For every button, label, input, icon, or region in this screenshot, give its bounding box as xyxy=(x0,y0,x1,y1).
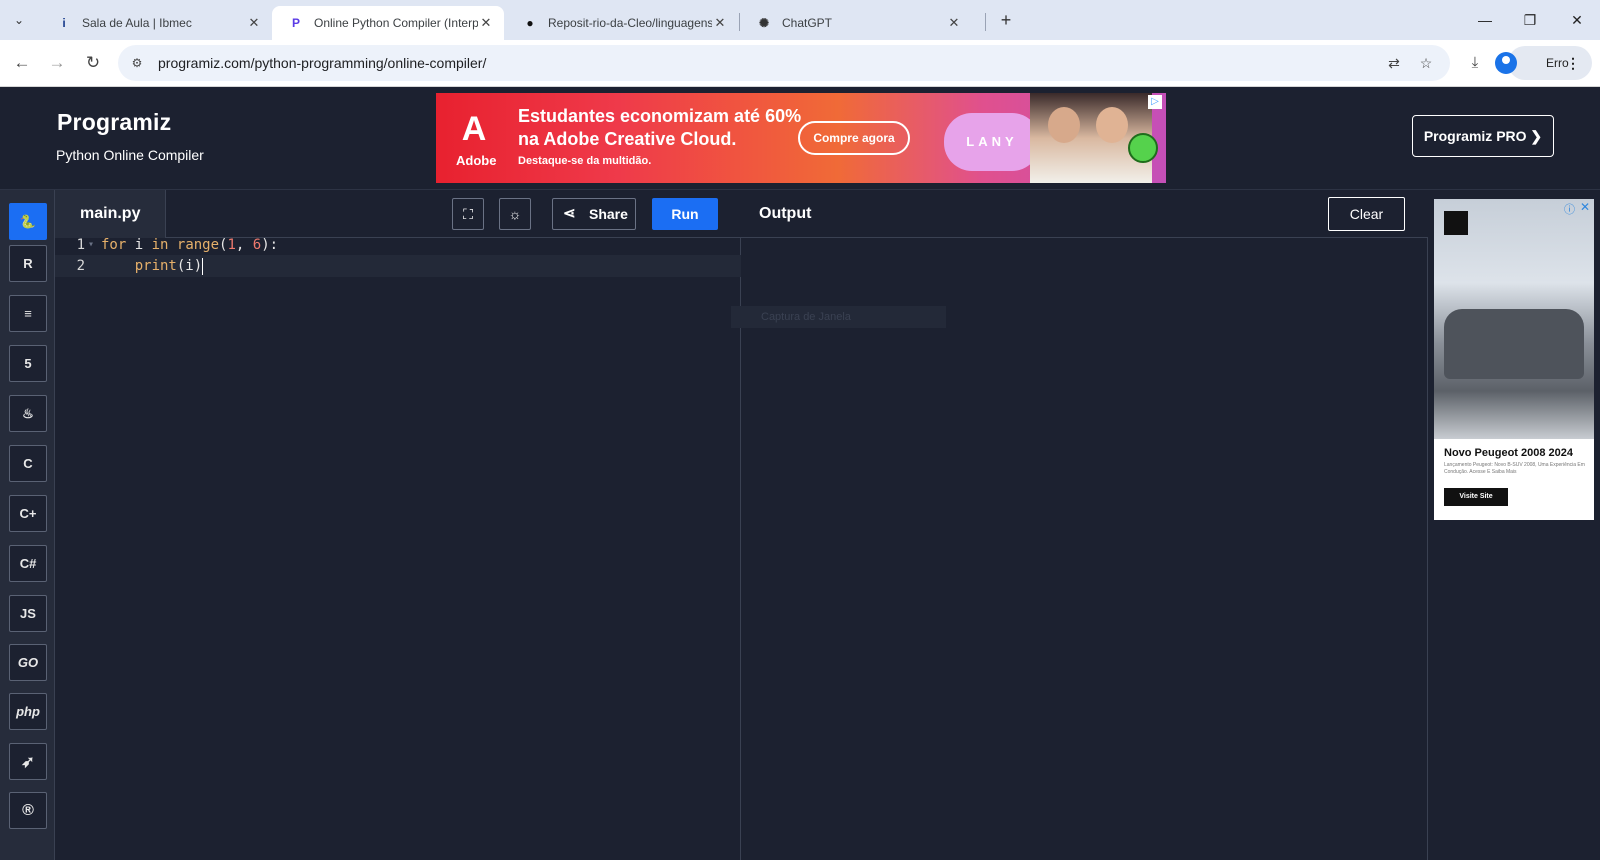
ad-close-icon[interactable]: ✕ xyxy=(1580,200,1590,214)
translate-icon[interactable]: ⇄ xyxy=(1384,53,1404,73)
editor-header: main.py ⛶ ☼ ⋖ Share Run xyxy=(55,190,741,238)
tab-title: Reposit-rio-da-Cleo/linguagens xyxy=(548,16,712,30)
r-icon[interactable]: R xyxy=(9,245,47,282)
file-tab-main[interactable]: main.py xyxy=(55,190,166,238)
browser-tab-github[interactable]: ● Reposit-rio-da-Cleo/linguagens ✕ xyxy=(506,6,738,40)
chatgpt-icon: ✺ xyxy=(758,16,770,30)
side-ad-description: Lançamento Peugeot: Novo B-SUV 2008, Uma… xyxy=(1444,462,1585,475)
side-ad-cta-button[interactable]: Visite Site xyxy=(1444,488,1508,506)
adobe-logo-icon: A xyxy=(461,110,487,148)
ad-choices-icon[interactable]: ▷ xyxy=(1148,95,1162,109)
clear-button[interactable]: Clear xyxy=(1328,197,1405,231)
tab-title: Online Python Compiler (Interp xyxy=(314,16,478,30)
programiz-pro-button[interactable]: Programiz PRO ❯ xyxy=(1412,115,1554,157)
ad-brand: Adobe xyxy=(456,153,497,168)
javascript-icon[interactable]: JS xyxy=(9,595,47,632)
text-cursor xyxy=(202,257,204,275)
ad-subline: Destaque-se da multidão. xyxy=(518,155,652,167)
close-icon[interactable]: ✕ xyxy=(478,15,494,31)
close-icon[interactable]: ✕ xyxy=(946,15,962,31)
swift-icon[interactable]: ➶ xyxy=(9,743,47,780)
side-ad-peugeot[interactable]: ⓘ ✕ Novo Peugeot 2008 2024 Lançamento Pe… xyxy=(1434,199,1594,520)
ad-headline: Estudantes economizam até 60% na Adobe C… xyxy=(518,106,802,149)
output-console[interactable] xyxy=(741,238,1428,860)
sql-database-icon[interactable]: ≡ xyxy=(9,295,47,332)
page-subtitle: Python Online Compiler xyxy=(56,147,204,163)
window-close-icon[interactable]: ✕ xyxy=(1562,8,1592,32)
code-text[interactable]: for i in range(1, 6): xyxy=(101,234,278,256)
profile-error-button[interactable]: Erro ⋮ xyxy=(1508,46,1592,80)
cpp-icon[interactable]: C+ xyxy=(9,495,47,532)
go-icon[interactable]: GO xyxy=(9,644,47,681)
forward-arrow-icon[interactable]: → xyxy=(44,50,70,76)
run-button[interactable]: Run xyxy=(652,198,718,230)
code-text[interactable]: print(i) xyxy=(101,255,204,277)
minimize-icon[interactable]: — xyxy=(1470,8,1500,32)
top-ad-banner[interactable]: A Adobe Estudantes economizam até 60% na… xyxy=(436,93,1166,183)
programiz-logo[interactable]: Programiz xyxy=(57,109,171,136)
car-image xyxy=(1434,199,1594,439)
tab-search-icon[interactable]: ⌄ xyxy=(7,8,31,32)
programiz-icon: P xyxy=(291,16,300,30)
java-icon[interactable]: ♨ xyxy=(9,395,47,432)
ibmec-icon: i xyxy=(62,16,66,30)
theme-toggle-sun-icon[interactable]: ☼ xyxy=(499,198,531,230)
php-icon[interactable]: php xyxy=(9,693,47,730)
github-icon: ● xyxy=(526,16,534,30)
fold-arrow-icon[interactable]: ▾ xyxy=(88,234,94,256)
address-bar[interactable]: ⚙ programiz.com/python-programming/onlin… xyxy=(118,45,1450,81)
browser-tab-ibmec[interactable]: i Sala de Aula | Ibmec ✕ xyxy=(40,6,272,40)
new-tab-plus-icon[interactable]: + xyxy=(994,9,1018,33)
code-line[interactable]: 1 ▾ for i in range(1, 6): xyxy=(55,234,741,256)
restore-icon[interactable]: ❐ xyxy=(1515,8,1545,32)
share-button[interactable]: ⋖ Share xyxy=(552,198,636,230)
browser-tab-chatgpt[interactable]: ✺ ChatGPT ✕ xyxy=(740,6,972,40)
ad-cta-button[interactable]: Compre agora xyxy=(798,121,910,155)
site-settings-icon[interactable]: ⚙ xyxy=(128,54,146,72)
c-icon[interactable]: C xyxy=(9,445,47,482)
code-line-current[interactable]: 2 print(i) xyxy=(55,255,741,277)
smiley-icon xyxy=(1128,133,1158,163)
bookmark-star-icon[interactable]: ☆ xyxy=(1416,53,1436,73)
share-label: Share xyxy=(589,206,628,222)
browser-tab-programiz[interactable]: P Online Python Compiler (Interp ✕ xyxy=(272,6,504,40)
tab-separator xyxy=(985,13,986,31)
close-icon[interactable]: ✕ xyxy=(712,15,728,31)
menu-kebab-icon[interactable]: ⋮ xyxy=(1566,46,1580,80)
line-number: 2 xyxy=(76,258,85,274)
tab-title: Sala de Aula | Ibmec xyxy=(82,16,192,30)
rust-icon[interactable]: ® xyxy=(9,792,47,829)
download-icon[interactable]: ⤓ xyxy=(1463,51,1487,75)
browser-toolbar: ← → ↻ ⚙ programiz.com/python-programming… xyxy=(0,40,1600,87)
output-title: Output xyxy=(759,205,812,222)
line-number: 1 xyxy=(76,237,85,253)
python-icon[interactable]: 🐍 xyxy=(9,203,47,240)
code-editor[interactable]: 1 ▾ for i in range(1, 6): 2 print(i) xyxy=(55,237,741,860)
url-text[interactable]: programiz.com/python-programming/online-… xyxy=(158,55,486,71)
fullscreen-icon[interactable]: ⛶ xyxy=(452,198,484,230)
site-header: Programiz Python Online Compiler A Adobe… xyxy=(0,87,1600,190)
reload-icon[interactable]: ↻ xyxy=(80,50,106,76)
share-icon: ⋖ xyxy=(563,205,576,222)
profile-avatar-icon[interactable] xyxy=(1495,52,1517,74)
close-icon[interactable]: ✕ xyxy=(246,15,262,31)
window-capture-tooltip: Captura de Janela xyxy=(731,306,946,328)
peugeot-logo-icon xyxy=(1444,211,1468,235)
output-header: Output Clear xyxy=(741,190,1428,238)
ad-lany-badge: LANY xyxy=(944,113,1040,171)
tab-title: ChatGPT xyxy=(782,16,833,30)
language-sidebar: 🐍 R ≡ 5 ♨ C C+ C# JS GO php ➶ ® xyxy=(0,190,55,860)
csharp-icon[interactable]: C# xyxy=(9,545,47,582)
html5-icon[interactable]: 5 xyxy=(9,345,47,382)
ad-info-icon[interactable]: ⓘ xyxy=(1564,201,1575,217)
browser-tab-strip: ⌄ i Sala de Aula | Ibmec ✕ P Online Pyth… xyxy=(0,0,1600,40)
back-arrow-icon[interactable]: ← xyxy=(9,50,35,76)
side-ad-title: Novo Peugeot 2008 2024 xyxy=(1444,447,1574,459)
